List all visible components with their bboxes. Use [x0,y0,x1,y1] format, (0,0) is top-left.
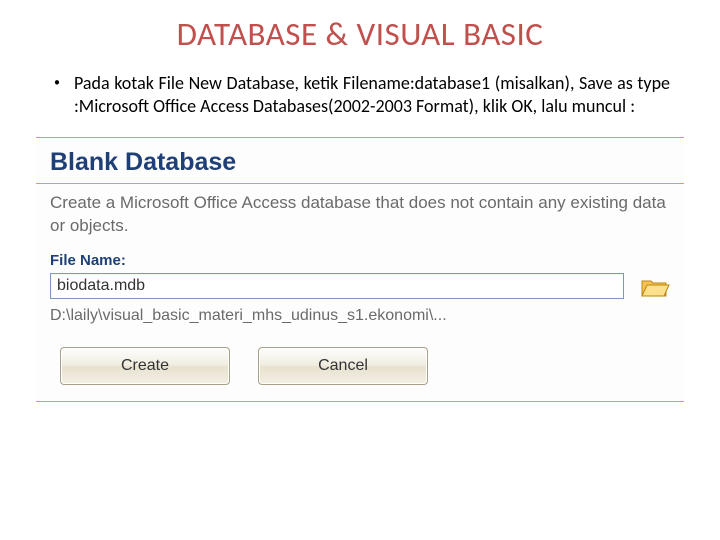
file-path-text: D:\laily\visual_basic_materi_mhs_udinus_… [50,307,670,347]
blank-database-panel: Blank Database Create a Microsoft Office… [36,137,684,402]
file-name-label: File Name: [50,252,670,273]
panel-description: Create a Microsoft Office Access databas… [50,192,670,252]
cancel-button[interactable]: Cancel [258,347,428,385]
file-row [50,273,670,307]
button-row: Create Cancel [50,347,670,385]
bullet-block: • Pada kotak File New Database, ketik Fi… [0,54,720,117]
slide-title: DATABASE & VISUAL BASIC [0,0,720,54]
bullet-dot-icon: • [50,72,60,94]
bullet-item: • Pada kotak File New Database, ketik Fi… [50,72,670,117]
bullet-text: Pada kotak File New Database, ketik File… [74,72,670,117]
divider [36,183,684,184]
browse-folder-icon[interactable] [640,274,670,298]
create-button[interactable]: Create [60,347,230,385]
panel-heading: Blank Database [50,146,670,183]
file-name-input[interactable] [50,273,624,299]
